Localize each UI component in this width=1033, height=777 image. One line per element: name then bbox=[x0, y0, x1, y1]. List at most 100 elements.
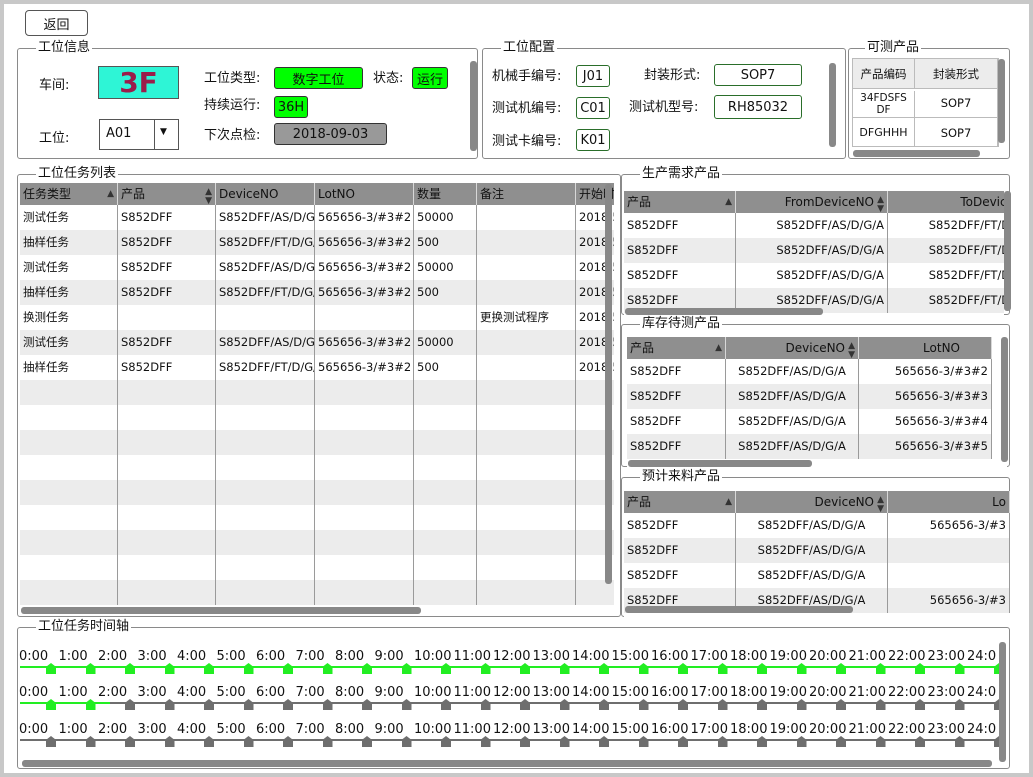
table-row[interactable]: S852DFF S852DFF/AS/D/G/A 565656-3/#3#2 bbox=[627, 359, 992, 384]
table-row[interactable] bbox=[20, 430, 614, 455]
timeline-tick-marker[interactable] bbox=[757, 736, 767, 747]
timeline-tick-marker[interactable] bbox=[638, 736, 649, 747]
timeline-tick-marker[interactable] bbox=[480, 736, 491, 747]
table-row[interactable]: S852DFF S852DFF/AS/D/G/A bbox=[624, 563, 1010, 588]
table-row[interactable] bbox=[20, 555, 614, 580]
timeline-tick-marker[interactable] bbox=[243, 699, 254, 710]
timeline-tick-marker[interactable] bbox=[85, 699, 96, 710]
timeline-tick-marker[interactable] bbox=[954, 736, 965, 747]
table-row[interactable]: 测试任务 S852DFF S852DFF/AS/D/G/565656-3/#3#2 5… bbox=[20, 330, 614, 355]
timeline-tick-marker[interactable] bbox=[757, 663, 767, 674]
table-row[interactable]: 测试任务 S852DFF S852DFF/AS/D/G/565656-3/#3#2 5… bbox=[20, 205, 614, 230]
timeline-tick-marker[interactable] bbox=[520, 663, 530, 674]
timeline-tick-marker[interactable] bbox=[164, 699, 175, 710]
timeline-tick-marker[interactable] bbox=[678, 736, 688, 747]
station-info-scrollbar[interactable] bbox=[470, 61, 477, 151]
testable-hscrollbar[interactable] bbox=[853, 150, 980, 157]
timeline-tick-marker[interactable] bbox=[164, 736, 175, 747]
inventory-col-device[interactable]: DeviceNO ▲ ▼ bbox=[726, 337, 859, 359]
table-row[interactable]: S852DFF S852DFF/AS/D/G/A 565656-3/#3#4 bbox=[627, 409, 992, 434]
timeline-tick-marker[interactable] bbox=[322, 663, 333, 674]
timeline-tick-marker[interactable] bbox=[559, 736, 570, 747]
timeline-tick-marker[interactable] bbox=[559, 699, 570, 710]
timeline-tick-marker[interactable] bbox=[204, 736, 214, 747]
timeline-tick-marker[interactable] bbox=[480, 699, 491, 710]
table-row[interactable]: 抽样任务 S852DFF S852DFF/FT/D/G/565656-3/#3#2 5… bbox=[20, 355, 614, 380]
station-config-scrollbar[interactable] bbox=[829, 63, 836, 147]
table-row[interactable]: S852DFFS852DFF/AS/D/G/AS852DFF/FT/D/ bbox=[624, 238, 1004, 263]
timeline-tick-marker[interactable] bbox=[717, 699, 728, 710]
timeline-tick-marker[interactable] bbox=[401, 663, 412, 674]
timeline-tick-marker[interactable] bbox=[796, 699, 807, 710]
timeline-tick-marker[interactable] bbox=[204, 699, 214, 710]
table-row[interactable] bbox=[20, 405, 614, 430]
timeline-vscrollbar[interactable] bbox=[999, 642, 1006, 762]
demand-hscrollbar[interactable] bbox=[625, 308, 823, 315]
timeline-tick-marker[interactable] bbox=[125, 736, 135, 747]
timeline-tick-marker[interactable] bbox=[520, 699, 530, 710]
timeline-tick-marker[interactable] bbox=[678, 663, 688, 674]
timeline-tick-marker[interactable] bbox=[401, 736, 412, 747]
table-row[interactable]: 34FDSFSDF SOP7 50 bbox=[853, 89, 998, 118]
timeline-tick-marker[interactable] bbox=[836, 663, 846, 674]
timeline-tick-marker[interactable] bbox=[243, 736, 254, 747]
timeline-tick-marker[interactable] bbox=[125, 699, 135, 710]
inventory-col-lot[interactable]: LotNO bbox=[859, 337, 992, 359]
timeline-tick-marker[interactable] bbox=[915, 736, 925, 747]
table-row[interactable]: S852DFFS852DFF/AS/D/G/AS852DFF/FT/D/ bbox=[624, 213, 1004, 238]
table-row[interactable] bbox=[20, 580, 614, 605]
timeline-tick-marker[interactable] bbox=[85, 736, 96, 747]
timeline-tick-marker[interactable] bbox=[322, 736, 333, 747]
table-row[interactable]: S852DFF S852DFF/AS/D/G/A 565656-3/#3 bbox=[624, 513, 1010, 538]
timeline-tick-marker[interactable] bbox=[559, 663, 570, 674]
table-row[interactable] bbox=[20, 530, 614, 555]
timeline-tick-marker[interactable] bbox=[125, 663, 135, 674]
task-col-product[interactable]: 产品 ▲ ▼ bbox=[118, 183, 216, 205]
demand-col-product[interactable]: 产品 ▲ bbox=[624, 191, 736, 213]
chevron-down-icon[interactable]: ▼ bbox=[160, 127, 167, 137]
timeline-tick-marker[interactable] bbox=[520, 736, 530, 747]
timeline-tick-marker[interactable] bbox=[638, 663, 649, 674]
table-row[interactable] bbox=[20, 505, 614, 530]
timeline-tick-marker[interactable] bbox=[362, 736, 372, 747]
timeline-tick-marker[interactable] bbox=[915, 699, 925, 710]
task-vscrollbar[interactable] bbox=[605, 184, 612, 584]
timeline-tick-marker[interactable] bbox=[283, 736, 293, 747]
table-row[interactable]: S852DFF S852DFF/AS/D/G/A 565656-3/#3#3 bbox=[627, 384, 992, 409]
demand-col-from[interactable]: FromDeviceNO ▲ ▼ bbox=[736, 191, 888, 213]
table-row[interactable]: DFGHHH SOP7 60 bbox=[853, 118, 998, 146]
testable-vscrollbar[interactable] bbox=[998, 59, 1005, 143]
timeline-tick-marker[interactable] bbox=[85, 663, 96, 674]
demand-vscrollbar[interactable] bbox=[1004, 191, 1011, 311]
incoming-col-device[interactable]: DeviceNO ▲ ▼ bbox=[736, 491, 888, 513]
timeline-tick-marker[interactable] bbox=[46, 663, 56, 674]
timeline-tick-marker[interactable] bbox=[717, 663, 728, 674]
timeline-tick-marker[interactable] bbox=[441, 699, 451, 710]
timeline-tick-marker[interactable] bbox=[796, 736, 807, 747]
timeline-tick-marker[interactable] bbox=[480, 663, 491, 674]
timeline-tick-marker[interactable] bbox=[164, 663, 175, 674]
timeline-tick-marker[interactable] bbox=[599, 736, 609, 747]
timeline-tick-marker[interactable] bbox=[46, 736, 56, 747]
timeline-tick-marker[interactable] bbox=[283, 699, 293, 710]
incoming-col-lot[interactable]: Lo bbox=[888, 491, 1010, 513]
inventory-hscrollbar[interactable] bbox=[628, 460, 812, 467]
incoming-col-product[interactable]: 产品 ▲ bbox=[624, 491, 736, 513]
back-button[interactable]: 返回 bbox=[25, 10, 88, 36]
timeline-tick-marker[interactable] bbox=[441, 663, 451, 674]
incoming-hscrollbar[interactable] bbox=[625, 606, 853, 613]
timeline-hscrollbar[interactable] bbox=[22, 760, 992, 767]
timeline-tick-marker[interactable] bbox=[875, 663, 886, 674]
timeline-tick-marker[interactable] bbox=[796, 663, 807, 674]
table-row[interactable]: S852DFF S852DFF/AS/D/G/A 565656-3/#3#5 bbox=[627, 434, 992, 459]
table-row[interactable] bbox=[20, 380, 614, 405]
table-row[interactable] bbox=[20, 480, 614, 505]
timeline-tick-marker[interactable] bbox=[836, 736, 846, 747]
timeline-tick-marker[interactable] bbox=[638, 699, 649, 710]
timeline-tick-marker[interactable] bbox=[243, 663, 254, 674]
task-col-type[interactable]: 任务类型 ▲ bbox=[20, 183, 118, 205]
timeline-tick-marker[interactable] bbox=[954, 663, 965, 674]
timeline-tick-marker[interactable] bbox=[362, 699, 372, 710]
table-row[interactable]: S852DFF S852DFF/AS/D/G/A bbox=[624, 538, 1010, 563]
timeline-tick-marker[interactable] bbox=[678, 699, 688, 710]
